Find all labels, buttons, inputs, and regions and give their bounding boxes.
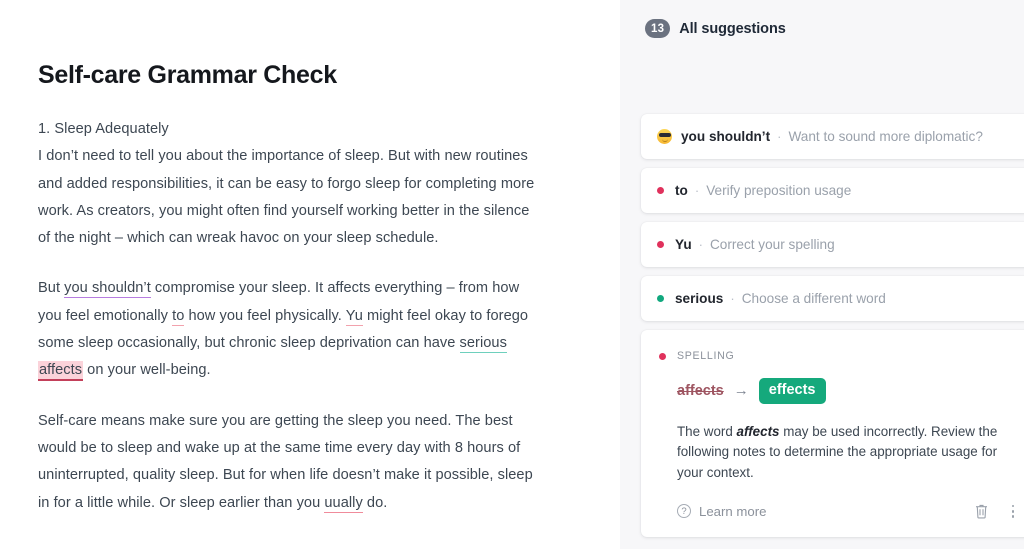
- suggestion-explanation: The word affects may be used incorrectly…: [659, 422, 1011, 484]
- suggestion-separator: ·: [777, 129, 781, 144]
- paragraph-3: Self-care means make sure you are gettin…: [38, 408, 543, 517]
- suggestion-card[interactable]: serious · Choose a different word: [641, 276, 1024, 321]
- document-body[interactable]: Self-care Grammar Check 1. Sleep Adequat…: [0, 0, 620, 517]
- explanation-prefix: The word: [677, 424, 737, 439]
- flagged-phrase-diplomatic[interactable]: you shouldn’t: [64, 280, 151, 298]
- grammar-checker-app: Self-care Grammar Check 1. Sleep Adequat…: [0, 0, 1024, 549]
- document-title: Self-care Grammar Check: [38, 60, 590, 90]
- suggestion-word: Yu: [675, 237, 692, 252]
- section-heading: 1. Sleep Adequately: [38, 116, 543, 143]
- explanation-emphasis: affects: [737, 424, 780, 439]
- replacement-row: affects → effects: [659, 378, 1023, 404]
- suggestion-separator: ·: [695, 183, 699, 198]
- suggestion-card-list: you shouldn’t · Want to sound more diplo…: [641, 114, 1024, 546]
- kebab-dot: [1012, 505, 1015, 508]
- paragraph-1: I don’t need to tell you about the impor…: [38, 143, 543, 252]
- red-dot-icon: [659, 353, 666, 360]
- kebab-dot: [1012, 510, 1015, 513]
- card-footer: ? Learn more: [659, 501, 1023, 525]
- suggestions-header: 13 All suggestions: [620, 0, 1024, 45]
- kebab-dot: [1012, 515, 1015, 518]
- text-segment: Self-care means make sure you are gettin…: [38, 413, 533, 511]
- flagged-word-to[interactable]: to: [172, 308, 184, 326]
- text-segment: on your well-being.: [83, 362, 211, 378]
- flagged-word-uually[interactable]: uually: [324, 495, 362, 513]
- suggestion-card[interactable]: you shouldn’t · Want to sound more diplo…: [641, 114, 1024, 159]
- suggestion-hint: Choose a different word: [742, 291, 886, 306]
- suggestion-separator: ·: [730, 291, 734, 306]
- suggestion-card[interactable]: Yu · Correct your spelling: [641, 222, 1024, 267]
- red-dot-icon: [657, 187, 664, 194]
- suggestion-hint: Correct your spelling: [710, 237, 835, 252]
- question-mark-icon: ?: [677, 504, 691, 518]
- suggestions-count-badge: 13: [645, 19, 670, 38]
- suggestions-panel: 13 All suggestions you shouldn’t · Want …: [620, 0, 1024, 549]
- suggestion-word: serious: [675, 291, 723, 306]
- flagged-word-serious[interactable]: serious: [460, 335, 507, 353]
- suggestion-card[interactable]: to · Verify preposition usage: [641, 168, 1024, 213]
- learn-more-label: Learn more: [699, 504, 766, 519]
- expanded-suggestion-card[interactable]: SPELLING affects → effects The word affe…: [641, 330, 1024, 537]
- paragraph-2: But you shouldn’t compromise your sleep.…: [38, 275, 543, 384]
- suggestion-category-label: SPELLING: [677, 350, 734, 362]
- flagged-word-affects-highlighted[interactable]: affects: [38, 361, 83, 381]
- red-dot-icon: [657, 241, 664, 248]
- suggestion-category-row: SPELLING: [659, 350, 1023, 362]
- suggestions-header-title: All suggestions: [679, 21, 785, 37]
- text-segment: do.: [363, 495, 388, 511]
- document-pane[interactable]: Self-care Grammar Check 1. Sleep Adequat…: [0, 0, 620, 549]
- more-options-icon[interactable]: [1005, 501, 1021, 521]
- arrow-right-icon: →: [734, 383, 749, 398]
- suggestion-word: to: [675, 183, 688, 198]
- green-dot-icon: [657, 295, 664, 302]
- suggestion-hint: Want to sound more diplomatic?: [788, 129, 982, 144]
- text-segment: But: [38, 280, 64, 296]
- flagged-word-yu[interactable]: Yu: [346, 308, 363, 326]
- card-action-icons: [971, 501, 1021, 521]
- suggestion-separator: ·: [699, 237, 703, 252]
- suggestion-word: you shouldn’t: [681, 129, 770, 144]
- apply-correction-button[interactable]: effects: [759, 378, 826, 404]
- original-word: affects: [677, 383, 724, 399]
- trash-icon[interactable]: [971, 501, 991, 521]
- learn-more-link[interactable]: ? Learn more: [677, 504, 766, 519]
- suggestion-hint: Verify preposition usage: [706, 183, 851, 198]
- text-segment: how you feel physically.: [184, 308, 345, 324]
- sunglasses-emoji-icon: [657, 129, 672, 144]
